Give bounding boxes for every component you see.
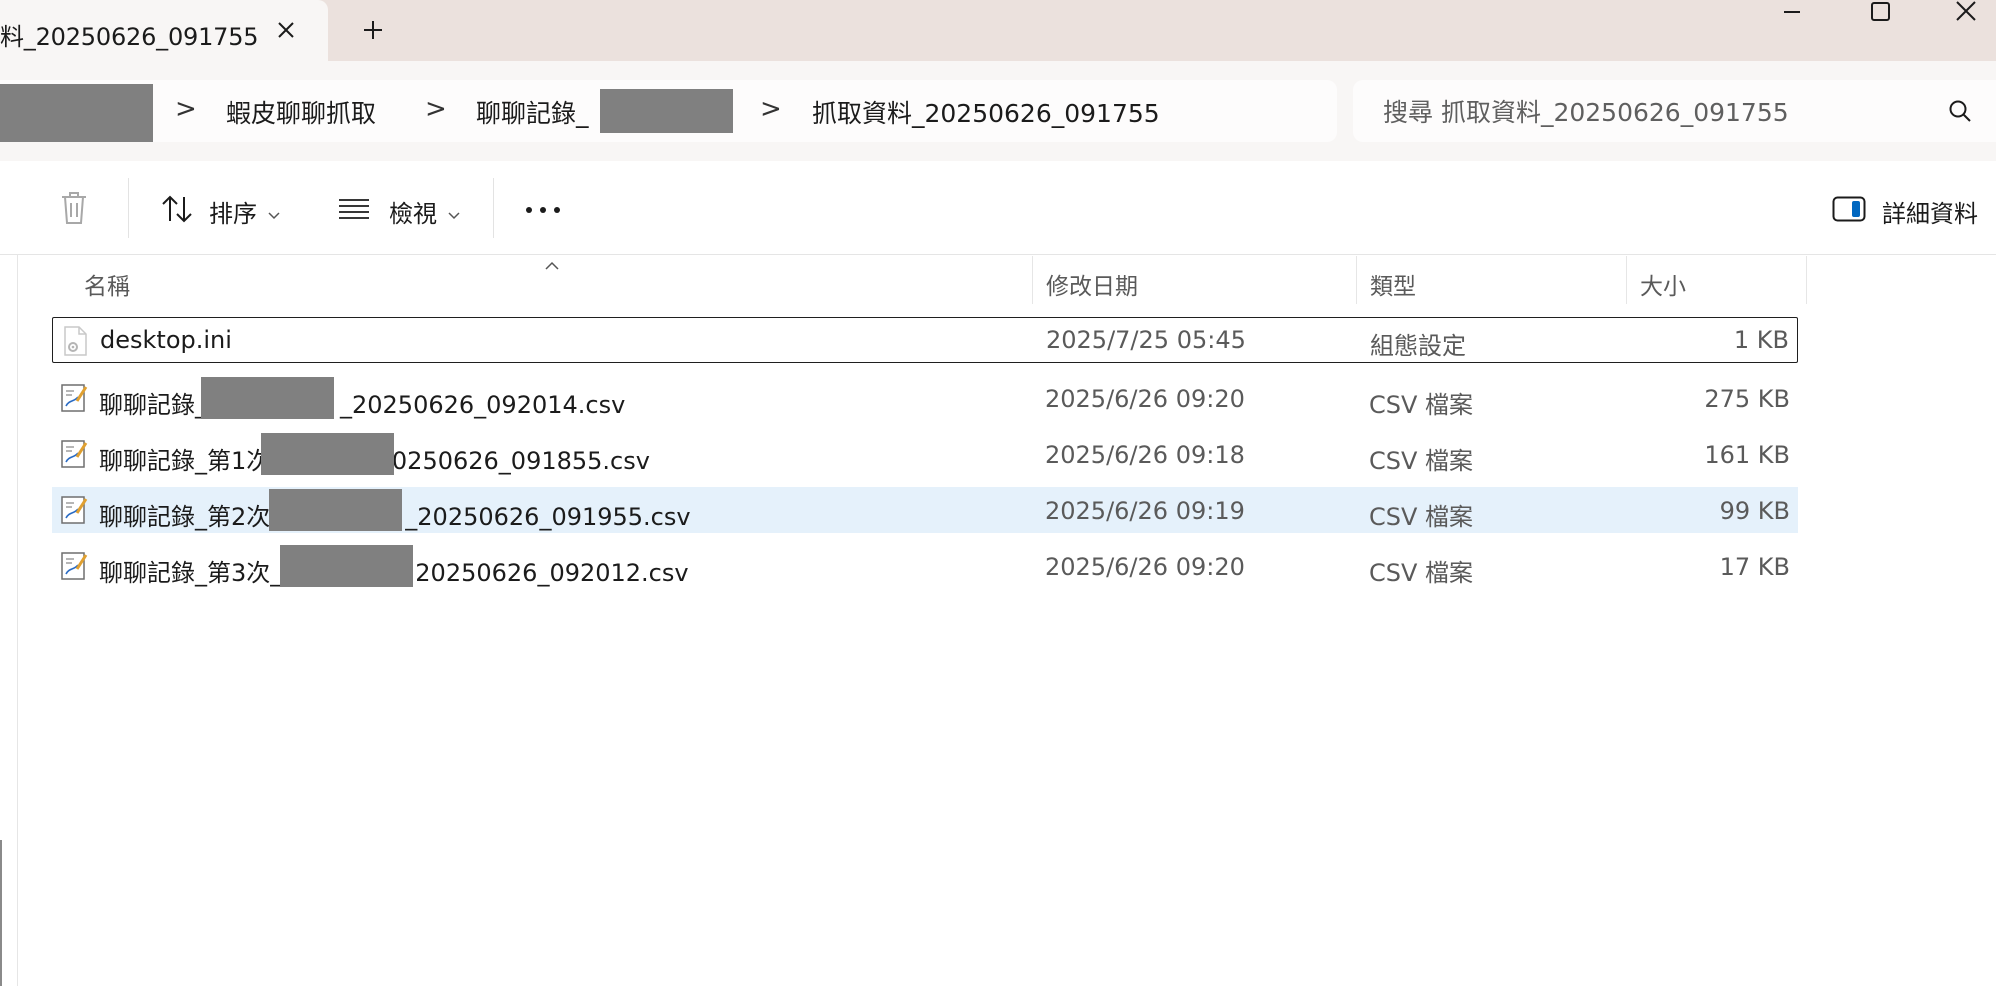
sort-label: 排序 xyxy=(209,200,257,228)
trash-icon[interactable] xyxy=(58,190,90,226)
settings-file-icon xyxy=(61,326,89,356)
file-name-suffix: 20250626_092012.csv xyxy=(415,559,689,587)
file-date: 2025/7/25 05:45 xyxy=(1046,326,1246,354)
nav-pane-divider[interactable] xyxy=(17,254,18,986)
file-row[interactable]: 聊聊記錄_第2次 _20250626_091955.csv 2025/6/26 0… xyxy=(52,487,1798,533)
redacted-text xyxy=(261,433,394,475)
toolbar-divider xyxy=(128,178,129,238)
file-size: 99 KB xyxy=(1719,497,1790,525)
file-name-suffix: _20250626_091955.csv xyxy=(405,503,691,531)
csv-file-icon xyxy=(60,551,88,581)
file-type: CSV 檔案 xyxy=(1369,447,1474,475)
chevron-down-icon xyxy=(448,205,460,220)
column-resizer[interactable] xyxy=(1032,256,1033,304)
file-name: 聊聊記錄_ _20250626_092014.csv xyxy=(99,385,625,420)
tab-title: 料_20250626_091755 xyxy=(0,23,259,51)
search-input[interactable] xyxy=(1383,92,1883,132)
file-date: 2025/6/26 09:20 xyxy=(1045,553,1245,581)
breadcrumb-current[interactable]: 抓取資料_20250626_091755 xyxy=(812,94,1160,130)
command-bar xyxy=(0,161,1996,255)
redacted-text xyxy=(600,89,733,133)
column-header-name[interactable]: 名稱 xyxy=(84,267,130,301)
minimize-icon[interactable] xyxy=(1762,0,1822,30)
csv-file-icon xyxy=(60,495,88,525)
breadcrumb-separator[interactable]: > xyxy=(760,94,782,124)
column-resizer[interactable] xyxy=(1356,256,1357,304)
scrollbar-edge[interactable] xyxy=(0,840,2,986)
column-resizer[interactable] xyxy=(1806,256,1807,304)
file-name-suffix: _20250626_092014.csv xyxy=(340,391,626,419)
view-label: 檢視 xyxy=(389,200,437,228)
file-type: CSV 檔案 xyxy=(1369,391,1474,419)
file-type: CSV 檔案 xyxy=(1369,503,1474,531)
file-name: desktop.ini xyxy=(100,326,232,354)
file-name-prefix: 聊聊記錄_第1次 xyxy=(99,447,271,475)
file-size: 17 KB xyxy=(1719,553,1790,581)
maximize-icon[interactable] xyxy=(1850,0,1910,30)
tab-close-icon[interactable] xyxy=(268,12,304,48)
redacted-text xyxy=(269,489,402,531)
details-label: 詳細資料 xyxy=(1882,200,1978,228)
file-type: CSV 檔案 xyxy=(1369,559,1474,587)
file-date: 2025/6/26 09:20 xyxy=(1045,385,1245,413)
file-date: 2025/6/26 09:18 xyxy=(1045,441,1245,469)
breadcrumb-separator[interactable]: > xyxy=(175,94,197,124)
search-icon[interactable] xyxy=(1947,98,1973,124)
file-name-prefix: 聊聊記錄_第2次 xyxy=(99,503,271,531)
file-name-prefix: 聊聊記錄_第3次_ xyxy=(99,559,283,587)
redacted-text xyxy=(201,377,334,419)
more-options-icon[interactable] xyxy=(520,190,566,230)
column-header-date[interactable]: 修改日期 xyxy=(1046,267,1138,301)
chevron-down-icon xyxy=(268,205,280,220)
sort-icon xyxy=(160,193,194,225)
file-row[interactable]: 聊聊記錄_第1次 )_20250626_091855.csv 2025/6/26 … xyxy=(52,431,1798,477)
breadcrumb-item[interactable]: 聊聊記錄_ xyxy=(476,94,589,130)
file-size: 275 KB xyxy=(1704,385,1790,413)
column-header-type[interactable]: 類型 xyxy=(1370,267,1416,301)
file-size: 1 KB xyxy=(1733,326,1789,354)
window-close-icon[interactable] xyxy=(1935,0,1995,30)
breadcrumb-separator[interactable]: > xyxy=(425,94,447,124)
details-pane-icon xyxy=(1832,196,1866,222)
toolbar-divider xyxy=(493,178,494,238)
file-row[interactable]: 聊聊記錄_ _20250626_092014.csv 2025/6/26 09:2… xyxy=(52,375,1798,421)
file-row[interactable]: desktop.ini 2025/7/25 05:45 組態設定 1 KB xyxy=(52,317,1798,363)
redacted-breadcrumb xyxy=(0,84,153,142)
file-name-suffix: )_20250626_091855.csv xyxy=(355,447,650,475)
file-row[interactable]: 聊聊記錄_第3次_ 20250626_092012.csv 2025/6/26 0… xyxy=(52,543,1798,589)
csv-file-icon xyxy=(60,439,88,469)
column-resizer[interactable] xyxy=(1626,256,1627,304)
column-header-size[interactable]: 大小 xyxy=(1640,267,1686,301)
file-date: 2025/6/26 09:19 xyxy=(1045,497,1245,525)
file-name-prefix: 聊聊記錄_ xyxy=(99,391,207,419)
csv-file-icon xyxy=(60,383,88,413)
file-size: 161 KB xyxy=(1704,441,1790,469)
file-type: 組態設定 xyxy=(1370,332,1466,360)
list-view-icon xyxy=(338,197,370,221)
sort-ascending-icon xyxy=(545,255,559,270)
breadcrumb-item[interactable]: 蝦皮聊聊抓取 xyxy=(226,94,376,130)
new-tab-plus-icon[interactable] xyxy=(355,12,391,48)
redacted-text xyxy=(280,545,413,587)
